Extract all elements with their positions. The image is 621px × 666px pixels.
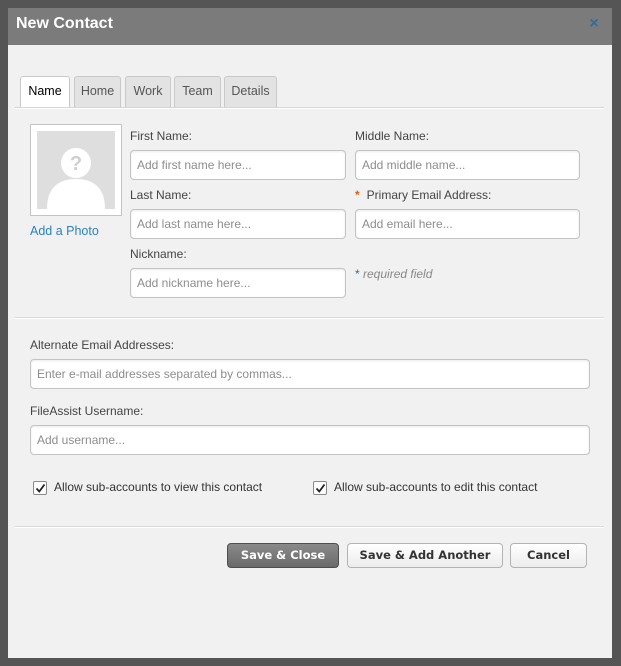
tab-divider-highlight	[15, 108, 604, 109]
last-name-input[interactable]	[130, 209, 346, 239]
first-name-label: First Name:	[130, 129, 193, 143]
allow-edit-checkbox[interactable]	[313, 481, 327, 495]
add-photo-link[interactable]: Add a Photo	[30, 224, 99, 238]
dialog-title-bar[interactable]: New Contact ×	[8, 8, 612, 45]
username-input[interactable]	[30, 425, 590, 455]
required-note-marker: *	[355, 267, 360, 281]
section-divider-highlight	[15, 318, 604, 319]
tab-team[interactable]: Team	[174, 76, 221, 107]
tab-home[interactable]: Home	[74, 76, 121, 107]
footer-divider-highlight	[15, 527, 604, 528]
tab-details[interactable]: Details	[224, 76, 277, 107]
tab-label: Home	[80, 84, 115, 98]
required-marker: *	[355, 188, 360, 202]
alternate-emails-input[interactable]	[30, 359, 590, 389]
svg-text:?: ?	[70, 153, 82, 175]
tab-label: Team	[182, 84, 213, 98]
contact-photo[interactable]: ?	[30, 124, 122, 216]
primary-email-label-text: Primary Email Address:	[366, 188, 492, 202]
first-name-input[interactable]	[130, 150, 346, 180]
dialog-title: New Contact	[16, 15, 113, 32]
tab-work[interactable]: Work	[125, 76, 171, 107]
allow-view-checkbox[interactable]	[33, 481, 47, 495]
username-label: FileAssist Username:	[30, 404, 144, 418]
close-icon[interactable]: ×	[586, 15, 602, 33]
tab-label: Details	[231, 84, 270, 98]
tab-label: Work	[133, 84, 163, 98]
checkmark-icon	[315, 483, 326, 493]
tab-name[interactable]: Name	[20, 76, 70, 108]
cancel-button[interactable]: Cancel	[510, 543, 587, 568]
nickname-label: Nickname:	[130, 247, 187, 261]
avatar-question-icon: ?	[37, 131, 115, 209]
new-contact-dialog: New Contact × Name Home Work Team Detail…	[8, 8, 612, 658]
save-add-another-button[interactable]: Save & Add Another	[347, 543, 503, 568]
primary-email-input[interactable]	[355, 209, 580, 239]
alternate-emails-label: Alternate Email Addresses:	[30, 338, 175, 352]
required-note-text: required field	[363, 267, 433, 281]
allow-view-label: Allow sub-accounts to view this contact	[54, 480, 263, 494]
last-name-label: Last Name:	[130, 188, 192, 202]
middle-name-label: Middle Name:	[355, 129, 430, 143]
tab-label: Name	[28, 84, 62, 98]
middle-name-input[interactable]	[355, 150, 580, 180]
checkmark-icon	[35, 483, 46, 493]
required-field-note: * required field	[355, 267, 432, 281]
primary-email-label: * Primary Email Address:	[355, 188, 491, 202]
save-close-button[interactable]: Save & Close	[227, 543, 339, 568]
allow-edit-label: Allow sub-accounts to edit this contact	[334, 480, 538, 494]
nickname-input[interactable]	[130, 268, 346, 298]
